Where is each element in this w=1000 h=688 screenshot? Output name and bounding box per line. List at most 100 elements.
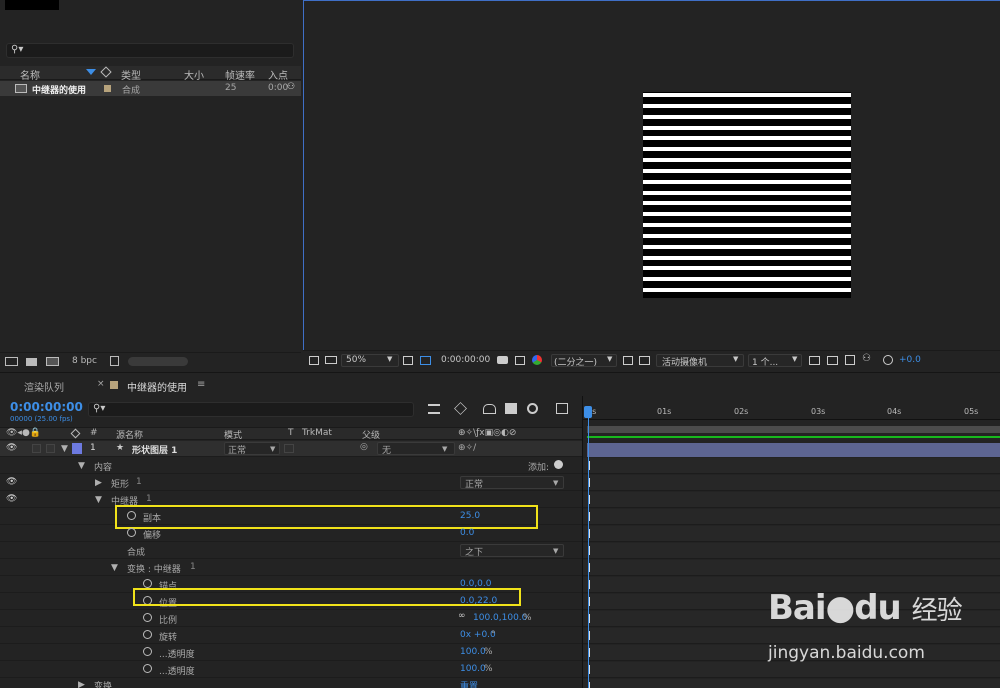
camera-snapshot-icon[interactable] — [497, 356, 508, 364]
eye-icon[interactable]: 👁 — [6, 494, 17, 504]
col-type[interactable]: 类型 — [121, 67, 141, 82]
time-ruler[interactable]: 0s 01s 02s 03s 04s 05s — [583, 404, 1000, 420]
lock-toggle[interactable] — [46, 444, 55, 453]
playhead-handle[interactable] — [584, 406, 592, 418]
layer-duration-bar[interactable] — [587, 443, 1000, 457]
playhead-line[interactable] — [588, 407, 589, 688]
fast-preview-icon[interactable] — [623, 356, 633, 365]
rotation-row[interactable]: 旋转 0x +0.0 ° — [0, 628, 582, 644]
pickwhip-icon[interactable]: ◎ — [360, 442, 368, 452]
eye-icon[interactable]: 👁 — [6, 443, 17, 453]
composite-row[interactable]: 合成 之下 ▼ — [0, 543, 582, 559]
track-row[interactable] — [583, 543, 1000, 559]
monitor-icon[interactable] — [325, 356, 337, 364]
add-menu-icon[interactable] — [554, 460, 563, 469]
preserve-transparency-toggle[interactable] — [284, 444, 294, 453]
expand-arrow-icon[interactable]: ▼ — [95, 495, 102, 505]
stopwatch-icon[interactable] — [143, 647, 152, 656]
col-size[interactable]: 大小 — [184, 67, 204, 82]
start-opacity-value[interactable]: 100.0 — [460, 647, 486, 657]
work-area-bar[interactable] — [587, 426, 1000, 433]
timeline-link-icon[interactable] — [827, 356, 838, 365]
panel-menu-icon[interactable]: ≡ — [197, 379, 205, 390]
bpc-label[interactable]: 8 bpc — [72, 356, 97, 366]
track-row[interactable] — [583, 509, 1000, 525]
stopwatch-icon[interactable] — [143, 579, 152, 588]
tab-render-queue[interactable]: 渲染队列 — [24, 379, 64, 394]
region-of-interest-icon[interactable] — [420, 356, 431, 365]
comp-canvas[interactable] — [643, 92, 851, 298]
track-row[interactable] — [583, 475, 1000, 491]
contents-row[interactable]: ▼ 内容 添加: — [0, 458, 582, 474]
eye-icon[interactable]: 👁 — [6, 477, 17, 487]
end-opacity-value[interactable]: 100.0 — [460, 664, 486, 674]
collapse-arrow-icon[interactable]: ▶ — [78, 680, 85, 688]
timeline-search-input[interactable]: ⚲▾ — [88, 402, 414, 417]
constrain-link-icon[interactable]: ∞ — [458, 611, 466, 621]
av-switches-icon[interactable]: 👁◂●🔒 — [6, 428, 41, 438]
toggle-pixel-aspect-icon[interactable] — [809, 356, 820, 365]
end-opacity-row[interactable]: ...透明度 100.0 % — [0, 662, 582, 678]
timeline-timecode[interactable]: 0:00:00:00 — [10, 400, 83, 414]
viewer-timecode[interactable]: 0:00:00:00 — [441, 355, 490, 365]
expand-arrow-icon[interactable]: ▼ — [111, 563, 118, 573]
collapse-arrow-icon[interactable]: ▶ — [95, 478, 102, 488]
track-row[interactable] — [583, 560, 1000, 576]
col-name[interactable]: 名称 — [20, 67, 40, 82]
preview-icon[interactable] — [309, 356, 319, 365]
project-search-input[interactable]: ⚲▾ — [6, 43, 294, 58]
col-mode[interactable]: 模式 — [224, 428, 242, 441]
stopwatch-icon[interactable] — [143, 664, 152, 673]
track-row[interactable] — [583, 492, 1000, 508]
col-t[interactable]: T — [288, 428, 294, 438]
expand-arrow-icon[interactable]: ▼ — [61, 444, 68, 454]
col-in[interactable]: 入点 — [268, 67, 288, 82]
exposure-reset-icon[interactable] — [883, 355, 893, 365]
flowchart-icon[interactable]: ⚇ — [287, 82, 295, 92]
draft-3d-icon[interactable] — [454, 402, 467, 415]
start-opacity-row[interactable]: ...透明度 100.0 % — [0, 645, 582, 661]
expand-arrow-icon[interactable]: ▼ — [78, 461, 85, 471]
layer-switch-set[interactable]: ⊕✧/ — [458, 443, 476, 453]
col-parent[interactable]: 父级 — [362, 428, 380, 441]
layer-row-shape-1[interactable]: 👁 ▼ 1 ★ 形状图层 1 正常 ▼ ◎ 无 ▼ ⊕✧/ — [0, 441, 582, 457]
col-fps[interactable]: 帧速率 — [225, 67, 255, 82]
exposure-value[interactable]: +0.0 — [899, 355, 921, 365]
project-scrollbar[interactable] — [128, 357, 188, 366]
shy-layers-icon[interactable] — [483, 404, 496, 414]
scale-row[interactable]: 比例 ∞ 100.0,100.0 % — [0, 611, 582, 627]
stopwatch-icon[interactable] — [127, 528, 136, 537]
col-trkmat[interactable]: TrkMat — [302, 428, 332, 438]
rect-row[interactable]: 👁 ▶ 矩形 1 正常 ▼ — [0, 475, 582, 491]
comp-mini-flowchart-icon[interactable] — [428, 404, 440, 414]
transform-repeater-row[interactable]: ▼ 变换 : 中继器 1 — [0, 560, 582, 576]
new-folder-icon[interactable] — [26, 358, 37, 366]
frame-blending-icon[interactable] — [505, 403, 517, 414]
layer-name[interactable]: 形状图层 1 — [132, 443, 177, 456]
track-row[interactable] — [583, 628, 1000, 644]
safe-margins-icon[interactable] — [403, 356, 413, 365]
new-comp-icon[interactable] — [46, 357, 59, 366]
color-channel-icon[interactable] — [532, 355, 542, 365]
rect-label[interactable]: 矩形 — [111, 477, 129, 490]
solo-toggle[interactable] — [32, 444, 41, 453]
show-snapshot-icon[interactable] — [515, 356, 525, 365]
offset-value[interactable]: 0.0 — [460, 528, 474, 538]
flowchart-icon[interactable]: ⚇ — [862, 353, 871, 364]
label-color-swatch[interactable] — [104, 85, 111, 92]
motion-blur-icon[interactable] — [527, 403, 538, 414]
reset-link[interactable]: 重置 — [460, 679, 478, 688]
col-source-name[interactable]: 源名称 — [116, 428, 143, 441]
comp-flowchart-icon[interactable] — [845, 355, 855, 365]
track-row[interactable] — [583, 679, 1000, 688]
interpret-footage-icon[interactable] — [5, 357, 18, 366]
sort-arrow-icon[interactable] — [86, 69, 96, 75]
graph-editor-icon[interactable] — [556, 403, 568, 414]
close-icon[interactable]: × — [97, 379, 105, 389]
scale-value[interactable]: 100.0,100.0 — [473, 613, 527, 623]
stopwatch-icon[interactable] — [143, 613, 152, 622]
transparency-grid-icon[interactable] — [639, 356, 650, 365]
project-item-comp[interactable]: 中继器的使用 合成 25 0:00 ⚇ — [0, 81, 301, 96]
track-row[interactable] — [583, 662, 1000, 678]
offset-row[interactable]: 偏移 0.0 — [0, 526, 582, 542]
